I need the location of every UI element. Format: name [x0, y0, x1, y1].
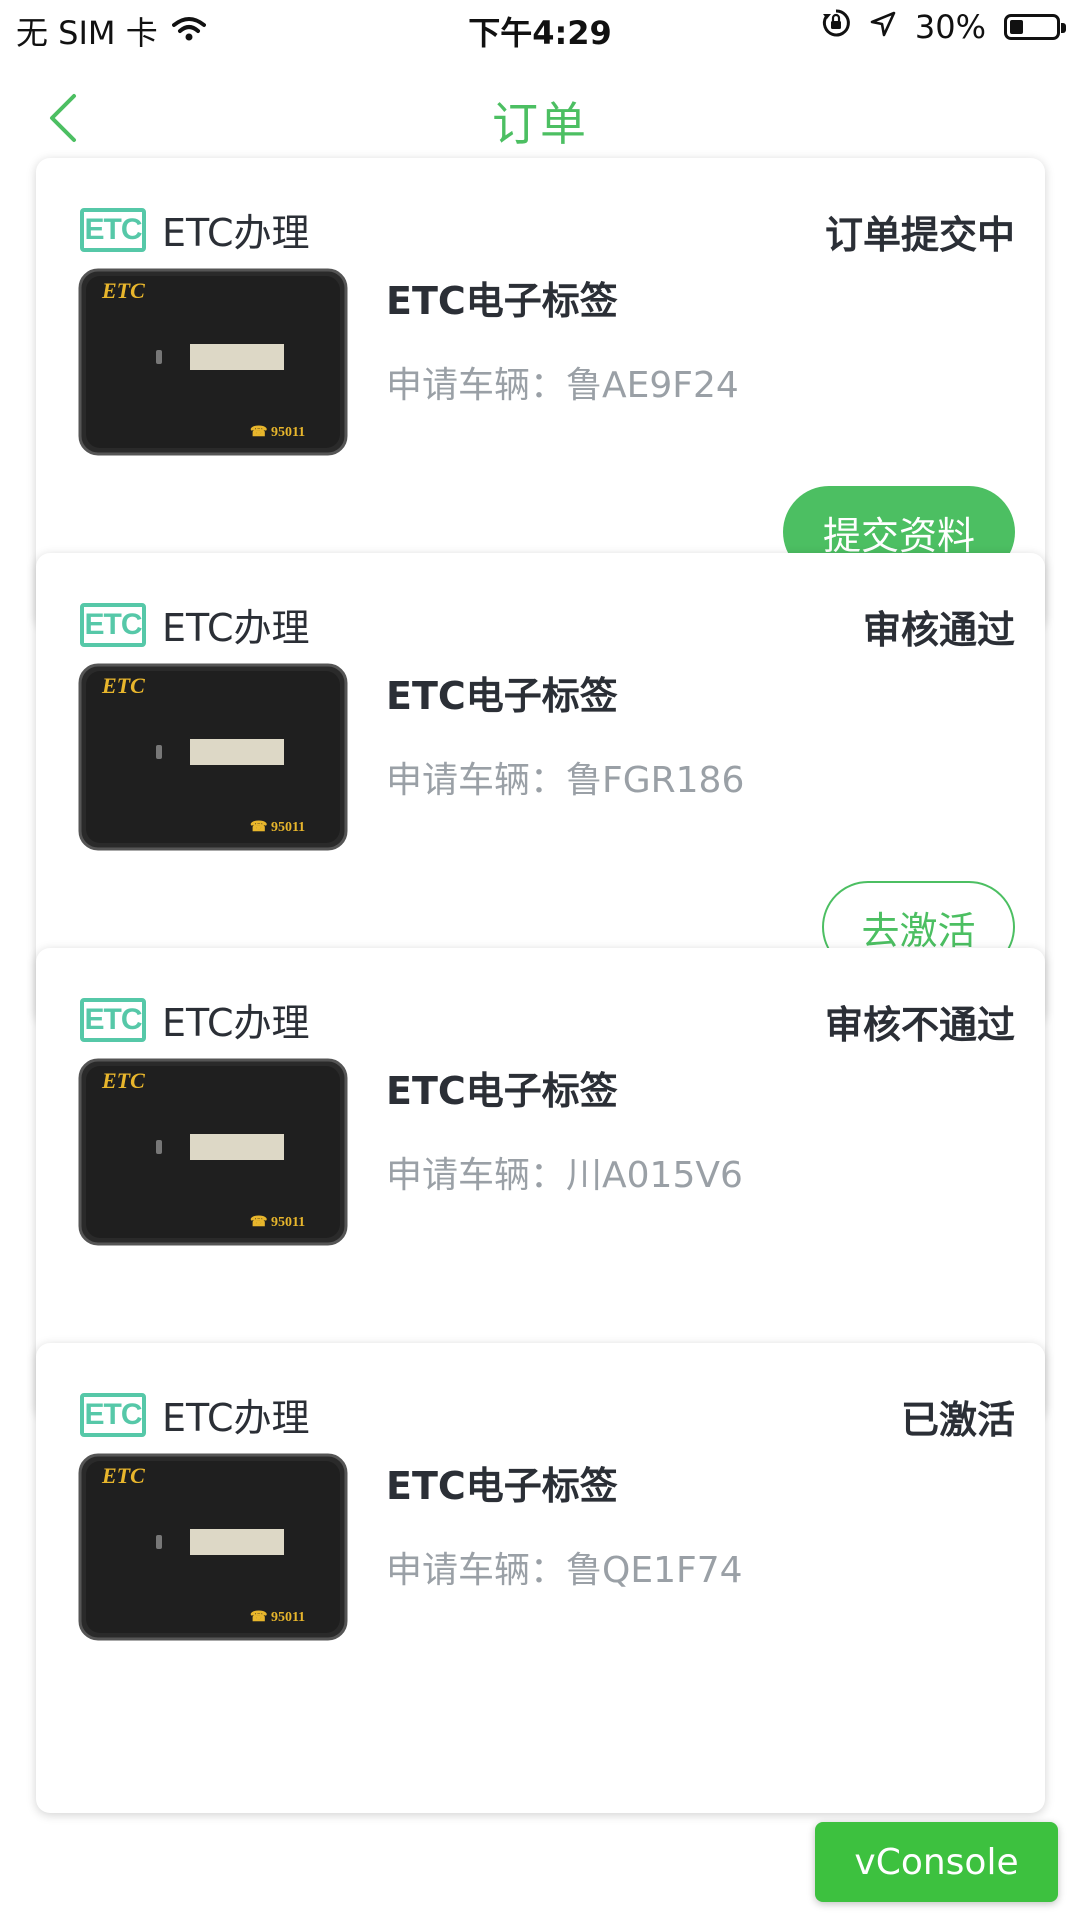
etc-logo-icon: ETC [80, 207, 146, 252]
etc-card-image: ETC ☎ 95011 [78, 663, 348, 851]
product-title: ETC电子标签 [386, 674, 618, 718]
product-title: ETC电子标签 [386, 1464, 618, 1508]
location-arrow-icon [869, 8, 897, 46]
battery-level [1010, 20, 1024, 34]
license-plate: 鲁QE1F74 [566, 1550, 743, 1591]
card-header: ETC ETC办理 [80, 1387, 310, 1442]
etc-card-brand: ETC [101, 1068, 145, 1093]
etc-card-brand: ETC [101, 278, 145, 303]
etc-card-phone: ☎ 95011 [250, 820, 305, 835]
order-status: 订单提交中 [824, 213, 1015, 257]
service-label: ETC办理 [162, 211, 310, 255]
vehicle-info: 申请车辆：鲁FGR186 [386, 751, 744, 803]
etc-logo-icon: ETC [80, 997, 146, 1042]
product-title: ETC电子标签 [386, 279, 618, 323]
order-status: 已激活 [900, 1398, 1015, 1442]
etc-logo-text: ETC [84, 212, 143, 246]
etc-logo-icon: ETC [80, 1392, 146, 1437]
card-header: ETC ETC办理 [80, 992, 310, 1047]
license-plate: 川A015V6 [566, 1155, 743, 1196]
license-plate: 鲁FGR186 [566, 760, 745, 801]
etc-card-image: ETC ☎ 95011 [78, 1453, 348, 1641]
vehicle-label: 申请车辆： [386, 365, 567, 406]
service-label: ETC办理 [162, 1001, 310, 1045]
vehicle-label: 申请车辆： [386, 1155, 567, 1196]
service-label: ETC办理 [162, 1396, 310, 1440]
status-bar: 无 SIM 卡 下午4:29 30% [0, 0, 1080, 56]
page-title: 订单 [492, 97, 588, 151]
battery-icon [1004, 14, 1066, 40]
vehicle-info: 申请车辆：川A015V6 [386, 1146, 743, 1198]
battery-percent: 30% [914, 8, 986, 46]
vehicle-label: 申请车辆： [386, 760, 567, 801]
etc-card-image: ETC ☎ 95011 [78, 1058, 348, 1246]
etc-card-phone: ☎ 95011 [250, 1610, 305, 1625]
etc-logo-text: ETC [84, 607, 143, 641]
service-label: ETC办理 [162, 606, 310, 650]
card-header: ETC ETC办理 [80, 597, 310, 652]
etc-card-image: ETC ☎ 95011 [78, 268, 348, 456]
status-right: 30% [821, 8, 1066, 46]
vehicle-info: 申请车辆：鲁QE1F74 [386, 1541, 743, 1593]
order-card[interactable]: ETC ETC办理 已激活 ETC ☎ 95011 ETC电子标签 申请车辆：鲁… [36, 1343, 1045, 1813]
etc-card-phone: ☎ 95011 [250, 425, 305, 440]
vehicle-info: 申请车辆：鲁AE9F24 [386, 356, 739, 408]
etc-logo-text: ETC [84, 1002, 143, 1036]
product-title: ETC电子标签 [386, 1069, 618, 1113]
order-status: 审核通过 [862, 608, 1015, 652]
etc-logo-text: ETC [84, 1397, 143, 1431]
vehicle-label: 申请车辆： [386, 1550, 567, 1591]
etc-card-brand: ETC [101, 673, 145, 698]
etc-card-brand: ETC [101, 1463, 145, 1488]
orientation-lock-icon [821, 8, 851, 46]
order-status: 审核不通过 [824, 1003, 1015, 1047]
etc-card-phone: ☎ 95011 [250, 1215, 305, 1230]
nav-bar: 订单 [0, 70, 1080, 166]
card-header: ETC ETC办理 [80, 202, 310, 257]
license-plate: 鲁AE9F24 [566, 365, 739, 406]
etc-logo-icon: ETC [80, 602, 146, 647]
vconsole-button[interactable]: vConsole [815, 1822, 1058, 1902]
